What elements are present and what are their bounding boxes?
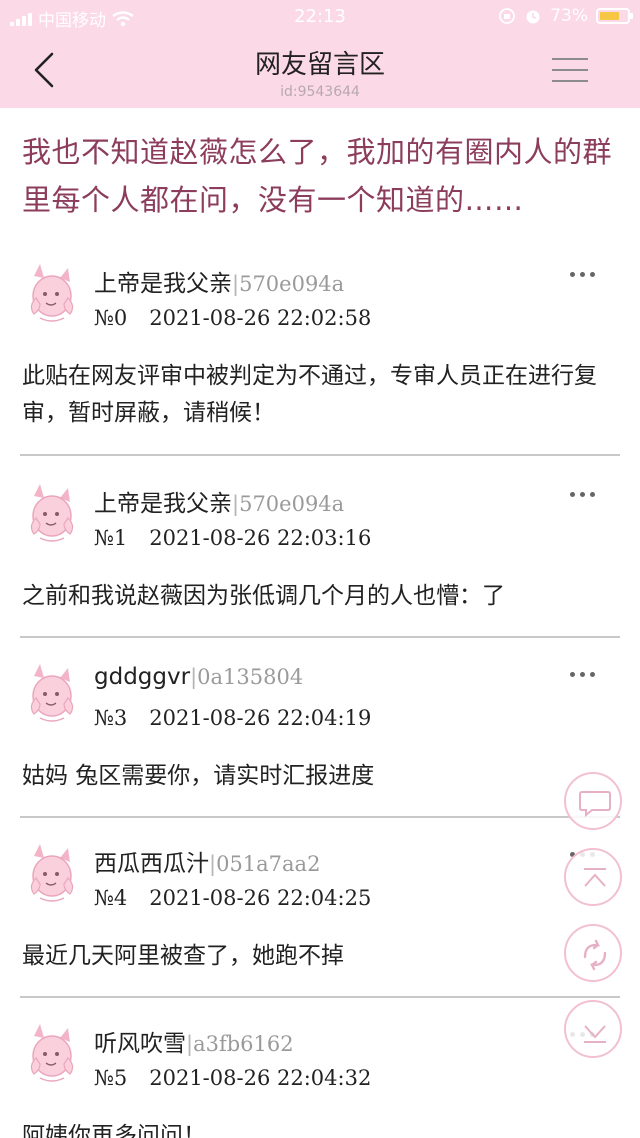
post-body: 阿姨你再多问问！ bbox=[22, 1123, 206, 1138]
alarm-icon bbox=[526, 10, 540, 24]
avatar[interactable] bbox=[26, 262, 78, 324]
post-meta: №3 2021-08-26 22:04:19 bbox=[94, 706, 371, 730]
post-author: gddggvr|0a135804 bbox=[94, 664, 303, 690]
refresh-button[interactable] bbox=[564, 924, 622, 982]
post-number: №1 bbox=[94, 526, 128, 550]
author-uid: a3fb6162 bbox=[193, 1032, 294, 1056]
comment-button[interactable] bbox=[564, 772, 622, 830]
post-number: №4 bbox=[94, 886, 128, 910]
refresh-icon bbox=[583, 939, 607, 971]
post-divider bbox=[20, 996, 620, 998]
post-number: №5 bbox=[94, 1066, 128, 1090]
more-options-button[interactable] bbox=[570, 488, 598, 500]
avatar[interactable] bbox=[26, 482, 78, 544]
author-name[interactable]: 听风吹雪 bbox=[94, 1031, 186, 1057]
comment-icon bbox=[579, 791, 611, 818]
rotation-lock-icon bbox=[499, 8, 516, 24]
thread-headline: 我也不知道赵薇怎么了，我加的有圈内人的群里每个人都在问，没有一个知道的…… bbox=[22, 135, 613, 217]
more-options-button[interactable] bbox=[570, 668, 598, 680]
post-divider bbox=[20, 454, 620, 456]
menu-button[interactable] bbox=[552, 58, 588, 88]
avatar[interactable] bbox=[26, 662, 78, 724]
author-uid: 051a7aa2 bbox=[216, 852, 321, 876]
author-name[interactable]: gddggvr bbox=[94, 664, 190, 690]
more-options-button[interactable] bbox=[570, 268, 598, 280]
thread-id: id:9543644 bbox=[280, 84, 360, 100]
post-divider bbox=[20, 816, 620, 818]
post-number: №0 bbox=[94, 306, 128, 330]
post-author: 上帝是我父亲|570e094a bbox=[94, 264, 344, 298]
post-body: 之前和我说赵薇因为张低调几个月的人也懵：了 bbox=[22, 583, 505, 609]
author-name[interactable]: 上帝是我父亲 bbox=[94, 491, 232, 517]
author-uid: 570e094a bbox=[239, 272, 345, 296]
top-header: 中国移动 22:13 73% 网友留言区 id:9543644 bbox=[0, 0, 640, 108]
page-title: 网友留言区 bbox=[254, 50, 385, 80]
post-datetime: 2021-08-26 22:02:58 bbox=[149, 306, 372, 330]
post-meta: №1 2021-08-26 22:03:16 bbox=[94, 526, 371, 550]
post-meta: №0 2021-08-26 22:02:58 bbox=[94, 306, 371, 330]
post-number: №3 bbox=[94, 706, 128, 730]
post-datetime: 2021-08-26 22:03:16 bbox=[149, 526, 372, 550]
scroll-bottom-button[interactable] bbox=[564, 1000, 622, 1058]
avatar[interactable] bbox=[26, 1022, 78, 1084]
status-bar: 中国移动 22:13 73% bbox=[0, 0, 640, 36]
post-author: 上帝是我父亲|570e094a bbox=[94, 484, 344, 518]
post-body: 此贴在网友评审中被判定为不通过，专审人员正在进行复审，暂时屏蔽，请稍候！ bbox=[22, 363, 597, 426]
battery-percent: 73% bbox=[550, 6, 588, 26]
post-datetime: 2021-08-26 22:04:19 bbox=[149, 706, 372, 730]
post-divider bbox=[20, 636, 620, 638]
author-uid: 570e094a bbox=[239, 492, 345, 516]
author-name[interactable]: 上帝是我父亲 bbox=[94, 271, 232, 297]
author-name[interactable]: 西瓜西瓜汁 bbox=[94, 851, 209, 877]
post-body: 姑妈 兔区需要你，请实时汇报进度 bbox=[22, 763, 375, 789]
post-body: 最近几天阿里被查了，她跑不掉 bbox=[22, 943, 344, 969]
post-author: 西瓜西瓜汁|051a7aa2 bbox=[94, 844, 320, 878]
scroll-top-button[interactable] bbox=[564, 848, 622, 906]
avatar[interactable] bbox=[26, 842, 78, 904]
post-datetime: 2021-08-26 22:04:25 bbox=[149, 886, 372, 910]
post-meta: №4 2021-08-26 22:04:25 bbox=[94, 886, 371, 910]
post-meta: №5 2021-08-26 22:04:32 bbox=[94, 1066, 371, 1090]
post-datetime: 2021-08-26 22:04:32 bbox=[149, 1066, 372, 1090]
scroll-to-bottom-icon bbox=[584, 1025, 606, 1043]
post-author: 听风吹雪|a3fb6162 bbox=[94, 1024, 294, 1058]
author-uid: 0a135804 bbox=[197, 665, 304, 689]
scroll-to-top-icon bbox=[584, 868, 606, 887]
battery-icon bbox=[596, 8, 633, 24]
